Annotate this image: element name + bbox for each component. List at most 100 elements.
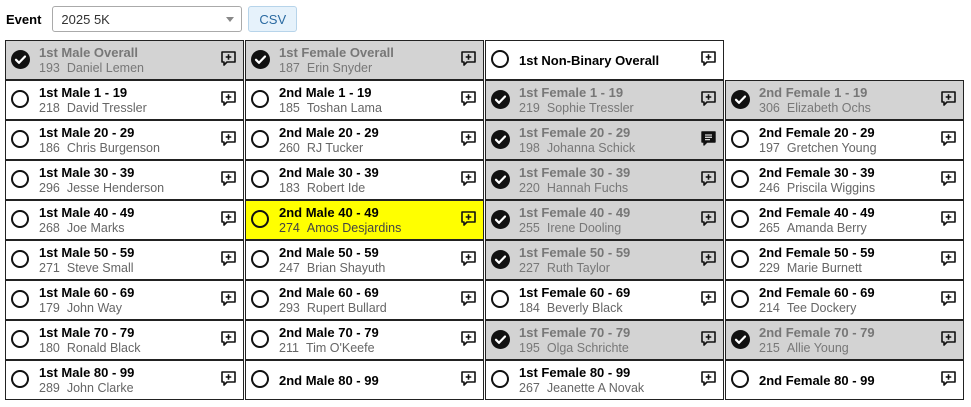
radio-circle-icon[interactable]: [251, 90, 269, 108]
award-cell-2nd-male-20-29[interactable]: 2nd Male 20 - 29 260 RJ Tucker: [245, 120, 484, 160]
event-select[interactable]: 2025 5K: [52, 6, 243, 32]
note-add-icon[interactable]: [940, 250, 957, 267]
note-add-icon[interactable]: [460, 250, 477, 267]
note-add-icon[interactable]: [940, 210, 957, 227]
award-cell-1st-female-40-49[interactable]: 1st Female 40 - 49 255 Irene Dooling: [485, 200, 724, 240]
radio-circle-icon[interactable]: [731, 170, 749, 188]
award-cell-1st-non-binary-overall[interactable]: 1st Non-Binary Overall: [485, 40, 724, 80]
check-circle-icon[interactable]: [491, 250, 510, 269]
award-cell-1st-male-40-49[interactable]: 1st Male 40 - 49 268 Joe Marks: [5, 200, 244, 240]
award-cell-1st-male-80-99[interactable]: 1st Male 80 - 99 289 John Clarke: [5, 360, 244, 400]
check-circle-icon[interactable]: [731, 330, 750, 349]
note-add-icon[interactable]: [460, 170, 477, 187]
radio-circle-icon[interactable]: [11, 290, 29, 308]
note-add-icon[interactable]: [940, 290, 957, 307]
note-add-icon[interactable]: [220, 170, 237, 187]
award-cell-2nd-female-30-39[interactable]: 2nd Female 30 - 39 246 Priscila Wiggins: [725, 160, 964, 200]
radio-circle-icon[interactable]: [251, 330, 269, 348]
check-circle-icon[interactable]: [491, 130, 510, 149]
radio-circle-icon[interactable]: [11, 250, 29, 268]
note-add-icon[interactable]: [460, 210, 477, 227]
note-add-icon[interactable]: [940, 370, 957, 387]
radio-circle-icon[interactable]: [11, 170, 29, 188]
note-add-icon[interactable]: [700, 250, 717, 267]
note-add-icon[interactable]: [940, 130, 957, 147]
award-cell-1st-female-1-19[interactable]: 1st Female 1 - 19 219 Sophie Tressler: [485, 80, 724, 120]
check-circle-icon[interactable]: [491, 330, 510, 349]
check-circle-icon[interactable]: [11, 50, 30, 69]
award-cell-2nd-male-40-49[interactable]: 2nd Male 40 - 49 274 Amos Desjardins: [245, 200, 484, 240]
award-cell-1st-female-70-79[interactable]: 1st Female 70 - 79 195 Olga Schrichte: [485, 320, 724, 360]
radio-circle-icon[interactable]: [251, 210, 269, 228]
award-cell-2nd-female-70-79[interactable]: 2nd Female 70 - 79 215 Allie Young: [725, 320, 964, 360]
radio-circle-icon[interactable]: [11, 370, 29, 388]
note-add-icon[interactable]: [700, 290, 717, 307]
radio-circle-icon[interactable]: [491, 290, 509, 308]
radio-circle-icon[interactable]: [251, 250, 269, 268]
note-add-icon[interactable]: [700, 170, 717, 187]
award-cell-1st-male-60-69[interactable]: 1st Male 60 - 69 179 John Way: [5, 280, 244, 320]
radio-circle-icon[interactable]: [251, 130, 269, 148]
radio-circle-icon[interactable]: [491, 50, 509, 68]
check-circle-icon[interactable]: [491, 90, 510, 109]
radio-circle-icon[interactable]: [731, 370, 749, 388]
note-add-icon[interactable]: [220, 290, 237, 307]
award-cell-2nd-female-50-59[interactable]: 2nd Female 50 - 59 229 Marie Burnett: [725, 240, 964, 280]
note-add-icon[interactable]: [460, 370, 477, 387]
radio-circle-icon[interactable]: [11, 130, 29, 148]
note-add-icon[interactable]: [460, 90, 477, 107]
radio-circle-icon[interactable]: [731, 250, 749, 268]
check-circle-icon[interactable]: [251, 50, 270, 69]
award-cell-1st-male-50-59[interactable]: 1st Male 50 - 59 271 Steve Small: [5, 240, 244, 280]
note-add-icon[interactable]: [940, 170, 957, 187]
note-add-icon[interactable]: [460, 130, 477, 147]
note-add-icon[interactable]: [220, 90, 237, 107]
award-cell-1st-female-80-99[interactable]: 1st Female 80 - 99 267 Jeanette A Novak: [485, 360, 724, 400]
note-add-icon[interactable]: [700, 210, 717, 227]
check-circle-icon[interactable]: [491, 210, 510, 229]
award-cell-1st-male-20-29[interactable]: 1st Male 20 - 29 186 Chris Burgenson: [5, 120, 244, 160]
note-add-icon[interactable]: [460, 330, 477, 347]
csv-button[interactable]: CSV: [248, 6, 298, 32]
radio-circle-icon[interactable]: [251, 370, 269, 388]
radio-circle-icon[interactable]: [731, 210, 749, 228]
award-cell-2nd-female-1-19[interactable]: 2nd Female 1 - 19 306 Elizabeth Ochs: [725, 80, 964, 120]
award-cell-1st-female-30-39[interactable]: 1st Female 30 - 39 220 Hannah Fuchs: [485, 160, 724, 200]
radio-circle-icon[interactable]: [251, 170, 269, 188]
award-cell-2nd-female-40-49[interactable]: 2nd Female 40 - 49 265 Amanda Berry: [725, 200, 964, 240]
note-add-icon[interactable]: [700, 50, 717, 67]
note-add-icon[interactable]: [220, 210, 237, 227]
note-add-icon[interactable]: [700, 330, 717, 347]
award-cell-1st-female-overall[interactable]: 1st Female Overall 187 Erin Snyder: [245, 40, 484, 80]
award-cell-2nd-male-50-59[interactable]: 2nd Male 50 - 59 247 Brian Shayuth: [245, 240, 484, 280]
check-circle-icon[interactable]: [731, 90, 750, 109]
radio-circle-icon[interactable]: [11, 330, 29, 348]
award-cell-2nd-male-1-19[interactable]: 2nd Male 1 - 19 185 Toshan Lama: [245, 80, 484, 120]
radio-circle-icon[interactable]: [491, 370, 509, 388]
award-cell-2nd-male-70-79[interactable]: 2nd Male 70 - 79 211 Tim O'Keefe: [245, 320, 484, 360]
award-cell-2nd-female-80-99[interactable]: 2nd Female 80 - 99: [725, 360, 964, 400]
radio-circle-icon[interactable]: [11, 90, 29, 108]
note-add-icon[interactable]: [940, 330, 957, 347]
award-cell-1st-female-20-29[interactable]: 1st Female 20 - 29 198 Johanna Schick: [485, 120, 724, 160]
award-cell-2nd-female-60-69[interactable]: 2nd Female 60 - 69 214 Tee Dockery: [725, 280, 964, 320]
radio-circle-icon[interactable]: [731, 290, 749, 308]
check-circle-icon[interactable]: [491, 170, 510, 189]
award-cell-1st-female-50-59[interactable]: 1st Female 50 - 59 227 Ruth Taylor: [485, 240, 724, 280]
award-cell-1st-male-overall[interactable]: 1st Male Overall 193 Daniel Lemen: [5, 40, 244, 80]
note-add-icon[interactable]: [940, 90, 957, 107]
note-add-icon[interactable]: [220, 370, 237, 387]
note-add-icon[interactable]: [700, 370, 717, 387]
note-add-icon[interactable]: [460, 290, 477, 307]
award-cell-2nd-female-20-29[interactable]: 2nd Female 20 - 29 197 Gretchen Young: [725, 120, 964, 160]
radio-circle-icon[interactable]: [11, 210, 29, 228]
radio-circle-icon[interactable]: [251, 290, 269, 308]
award-cell-1st-male-70-79[interactable]: 1st Male 70 - 79 180 Ronald Black: [5, 320, 244, 360]
award-cell-1st-male-1-19[interactable]: 1st Male 1 - 19 218 David Tressler: [5, 80, 244, 120]
note-filled-icon[interactable]: [700, 130, 717, 147]
award-cell-2nd-male-30-39[interactable]: 2nd Male 30 - 39 183 Robert Ide: [245, 160, 484, 200]
award-cell-2nd-male-60-69[interactable]: 2nd Male 60 - 69 293 Rupert Bullard: [245, 280, 484, 320]
note-add-icon[interactable]: [220, 250, 237, 267]
note-add-icon[interactable]: [220, 330, 237, 347]
note-add-icon[interactable]: [220, 50, 237, 67]
